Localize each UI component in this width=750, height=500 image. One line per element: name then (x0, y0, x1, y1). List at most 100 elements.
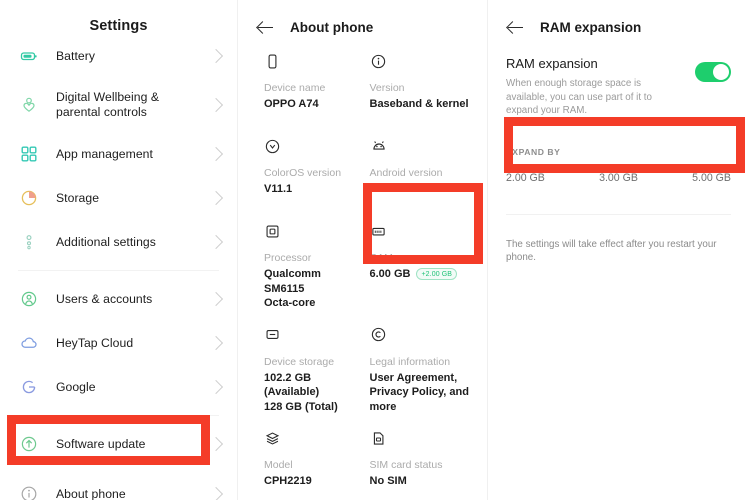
info-value: OPPO A74 (264, 98, 319, 110)
ram-expansion-toggle-row: RAM expansion When enough storage space … (506, 56, 731, 118)
sidebar-item-digital-wellbeing[interactable]: Digital Wellbeing & parental controls (0, 78, 237, 132)
about-phone-title: About phone (290, 20, 374, 35)
info-cell-device-name[interactable]: Device name OPPO A74 (264, 50, 370, 122)
sim-card-icon (370, 427, 470, 449)
settings-panel: Settings Battery Digital Wellbeing & par… (0, 0, 237, 500)
sidebar-item-label: Storage (56, 190, 100, 205)
phone-icon (264, 50, 364, 72)
about-phone-header: About phone (238, 0, 487, 42)
sidebar-item-google[interactable]: Google (0, 365, 237, 409)
info-label: Legal information (369, 355, 451, 368)
expand-by-options: 2.00 GB 3.00 GB 5.00 GB (506, 172, 731, 184)
sidebar-item-label: Users & accounts (56, 291, 153, 306)
sidebar-item-label: About phone (56, 486, 126, 500)
ram-expansion-badge: +2.00 GB (416, 268, 458, 281)
users-accounts-icon (18, 288, 40, 310)
storage-pie-icon (18, 187, 40, 209)
info-cell-device-storage[interactable]: Device storage 102.2 GB (Available) 128 … (264, 324, 370, 415)
sidebar-item-label: Additional settings (56, 234, 156, 249)
info-cell-android-version[interactable]: Android version 11 (370, 135, 476, 207)
chevron-right-icon (208, 291, 224, 307)
wellbeing-heart-icon (18, 94, 40, 116)
google-g-icon (18, 376, 40, 398)
info-label: Device name (264, 82, 326, 94)
info-value: 6.00 GB (369, 268, 411, 280)
back-arrow-icon[interactable] (256, 19, 274, 37)
back-arrow-icon[interactable] (506, 19, 524, 37)
sidebar-item-battery[interactable]: Battery (0, 34, 237, 78)
additional-dots-icon (18, 231, 40, 253)
cloud-icon (18, 332, 40, 354)
info-circle-icon (370, 50, 470, 72)
expand-option-5gb[interactable]: 5.00 GB (692, 172, 731, 184)
info-cell-version[interactable]: Version Baseband & kernel (370, 50, 476, 122)
screenshot-root: Settings Battery Digital Wellbeing & par… (0, 0, 750, 500)
info-value: V11.1 (264, 183, 293, 195)
sidebar-item-label: Software update (56, 436, 146, 451)
about-phone-panel: About phone Device name OPPO A74 Version… (237, 0, 487, 500)
app-grid-icon (18, 143, 40, 165)
ram-expansion-header: RAM expansion (488, 0, 749, 42)
info-label: Device storage (264, 355, 335, 368)
chevron-right-icon (208, 146, 224, 162)
info-cell-legal-information[interactable]: Legal information User Agreement, Privac… (370, 324, 476, 415)
ram-expansion-texts: RAM expansion When enough storage space … (506, 56, 695, 118)
info-label: Model (264, 459, 293, 471)
sidebar-item-label: Google (56, 379, 96, 394)
sidebar-item-label: App management (56, 146, 153, 161)
info-value: Baseband & kernel (369, 98, 469, 110)
sidebar-item-about-phone[interactable]: About phone (0, 472, 237, 500)
info-cell-model[interactable]: Model CPH2219 (264, 427, 370, 499)
sidebar-item-additional-settings[interactable]: Additional settings (0, 220, 237, 264)
sidebar-item-software-update[interactable]: Software update (0, 422, 237, 466)
device-storage-icon (264, 324, 364, 346)
expand-by-section: EXPAND BY 2.00 GB 3.00 GB 5.00 GB (506, 137, 731, 184)
ram-expansion-feature-title: RAM expansion (506, 56, 598, 71)
info-label: RAM (369, 252, 393, 264)
info-cell-ram[interactable]: RAM 6.00 GB +2.00 GB (370, 220, 476, 311)
chevron-right-icon (208, 486, 224, 500)
sidebar-divider (18, 270, 219, 271)
sidebar-item-label: HeyTap Cloud (56, 335, 134, 350)
chevron-right-icon (208, 436, 224, 452)
sidebar-item-heytap-cloud[interactable]: HeyTap Cloud (0, 321, 237, 365)
expand-by-label: EXPAND BY (506, 146, 561, 157)
expand-option-3gb[interactable]: 3.00 GB (599, 172, 638, 184)
ram-expansion-feature-block: RAM expansion When enough storage space … (488, 42, 749, 118)
chevron-right-icon (208, 190, 224, 206)
battery-icon (18, 45, 40, 67)
ram-expansion-panel: RAM expansion RAM expansion When enough … (487, 0, 749, 500)
sidebar-item-storage[interactable]: Storage (0, 176, 237, 220)
coloros-icon (264, 135, 364, 157)
ram-expansion-footer-note: The settings will take effect after you … (506, 238, 717, 263)
info-cell-coloros-version[interactable]: ColorOS version V11.1 (264, 135, 370, 207)
expand-option-2gb[interactable]: 2.00 GB (506, 172, 545, 184)
page-title: Settings (89, 18, 148, 34)
sidebar-item-label: Digital Wellbeing & parental controls (56, 90, 160, 119)
info-cell-processor[interactable]: Processor Qualcomm SM6115 Octa-core (264, 220, 370, 311)
info-label: ColorOS version (264, 167, 342, 179)
info-label: Android version (369, 167, 443, 179)
info-circle-icon (18, 483, 40, 500)
android-icon (370, 135, 470, 157)
ram-expansion-description: When enough storage space is available, … (506, 78, 652, 116)
chevron-right-icon (208, 379, 224, 395)
ram-icon (370, 220, 470, 242)
info-value: 102.2 GB (Available) 128 GB (Total) (264, 371, 338, 413)
info-label: Processor (264, 252, 312, 264)
sidebar-item-label: Battery (56, 48, 95, 63)
sidebar-item-users-accounts[interactable]: Users & accounts (0, 277, 237, 321)
sidebar-item-app-management[interactable]: App management (0, 132, 237, 176)
info-value: User Agreement, Privacy Policy, and more (369, 371, 469, 413)
info-value: 11 (369, 183, 382, 195)
layers-icon (264, 427, 364, 449)
info-value: No SIM (369, 475, 407, 487)
software-update-icon (18, 433, 40, 455)
chevron-right-icon (208, 48, 224, 64)
chevron-right-icon (208, 97, 224, 113)
info-cell-sim-card-status[interactable]: SIM card status No SIM (370, 427, 476, 499)
chevron-right-icon (208, 234, 224, 250)
sidebar-divider (18, 415, 219, 416)
ram-expansion-toggle[interactable] (695, 62, 731, 82)
ram-expansion-title: RAM expansion (540, 20, 642, 35)
